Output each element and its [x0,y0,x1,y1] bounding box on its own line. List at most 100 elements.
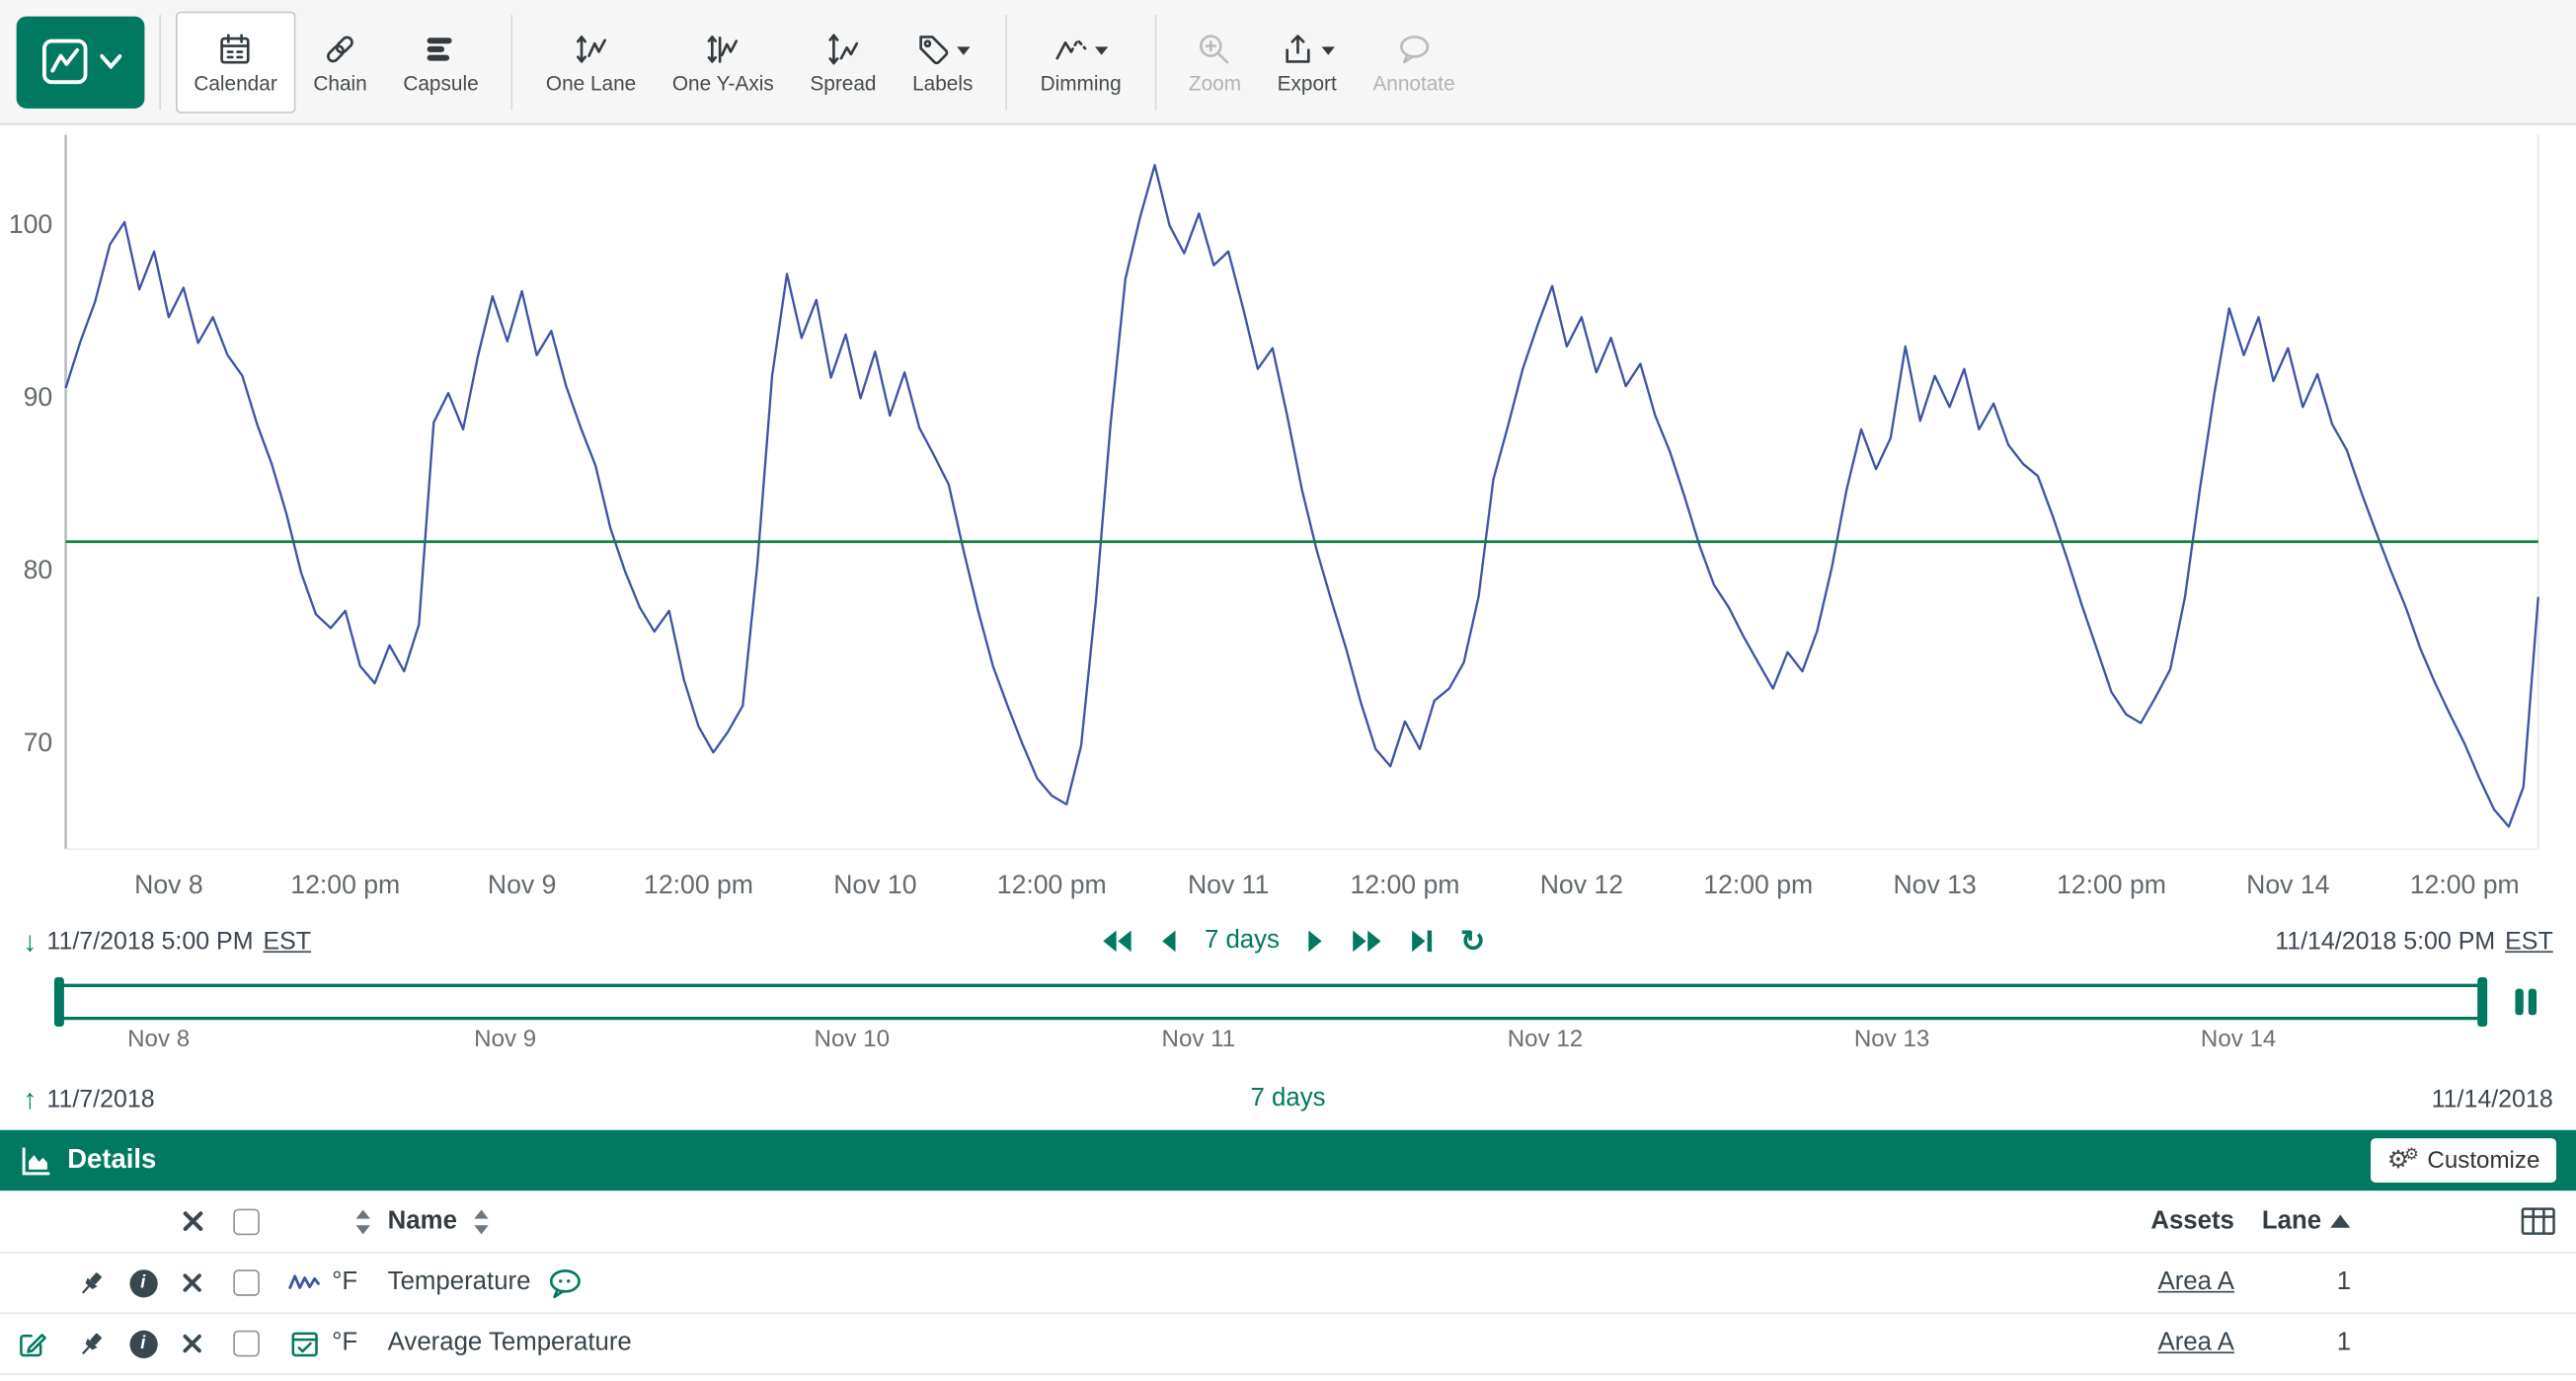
select-all-checkbox[interactable] [233,1208,260,1235]
timeline-tick-label: Nov 13 [1854,1027,1929,1053]
toolbar-button-labels[interactable]: Labels [895,11,991,113]
y-tick-label: 100 [9,209,52,239]
info-button[interactable]: i [129,1330,157,1357]
skip-to-now-button[interactable] [1409,928,1434,955]
toolbar-button-annotate: Annotate [1355,11,1473,113]
row-checkbox[interactable] [233,1269,260,1296]
trend-chart[interactable]: 708090100Nov 812:00 pmNov 912:00 pmNov 1… [0,124,2576,916]
timeline-tick-label: Nov 9 [474,1027,536,1053]
asset-link[interactable]: Area A [2157,1329,2233,1358]
toolbar-button-calendar[interactable]: Calendar [176,11,295,113]
step-back-half-button[interactable] [1160,928,1178,955]
timeline-tick-label: Nov 11 [1162,1027,1236,1053]
area-chart-icon [20,1144,52,1177]
trend-view-icon [40,38,88,85]
toolbar-button-chain[interactable]: Chain [295,11,385,113]
step-forward-icon [1306,928,1324,955]
table-row-temperature[interactable]: i °F Temperature [0,1254,2576,1315]
step-back-full-button[interactable] [1101,928,1133,955]
toolbar-label-chain: Chain [313,71,366,94]
item-name: Temperature [388,1268,531,1298]
toolbar-button-one-y-axis[interactable]: One Y-Axis [655,11,793,113]
chevron-down-icon [100,54,121,69]
info-icon: i [129,1330,157,1357]
add-column-button[interactable] [2520,1205,2556,1237]
toolbar-label-calendar: Calendar [194,71,276,94]
lane-column-header[interactable]: Lane [2262,1206,2321,1236]
temperature-series-line[interactable] [66,165,2538,826]
step-forward-half-button[interactable] [1306,928,1324,955]
x-tick-label: Nov 8 [134,870,203,899]
worksheet-view-dropdown[interactable] [17,16,145,108]
trend-chart-svg[interactable]: 708090100Nov 812:00 pmNov 912:00 pmNov 1… [0,124,2576,916]
range-end-timezone-link[interactable]: EST [2505,927,2553,955]
lane-value: 1 [2337,1329,2351,1358]
toolbar-button-one-lane[interactable]: One Lane [528,11,655,113]
investigate-end-date[interactable]: 11/14/2018 [2432,1085,2553,1112]
y-tick-label: 70 [24,728,53,757]
toolbar-label-labels: Labels [912,71,973,94]
toolbar-button-spread[interactable]: Spread [792,11,895,113]
asset-link[interactable]: Area A [2157,1268,2233,1298]
toolbar-button-dimming[interactable]: Dimming [1022,11,1139,113]
range-start-timezone-link[interactable]: EST [263,927,311,955]
sort-both-icon [354,1208,371,1235]
x-tick-label: Nov 13 [1893,870,1976,899]
toolbar-label-capsule: Capsule [403,71,478,94]
playback-controls: 7 days ↻ [311,926,2275,956]
range-start-datetime[interactable]: 11/7/2018 5:00 PM [46,927,253,955]
timeline-right-handle[interactable] [2477,977,2487,1027]
toolbar-label-export: Export [1278,71,1337,94]
auto-update-button[interactable]: ↻ [1460,926,1485,956]
rewind-icon [1101,928,1133,955]
details-panel: Details ⚙⚙ Customize [0,1130,2576,1375]
dimming-icon [1053,29,1109,66]
sort-name-right-button[interactable] [474,1208,491,1235]
range-end-datetime[interactable]: 11/14/2018 5:00 PM [2275,927,2495,955]
screen: Calendar Chain Capsule [0,0,2576,1381]
timeline-left-handle[interactable] [54,977,64,1027]
info-button[interactable]: i [129,1268,157,1296]
fast-forward-icon [1351,928,1383,955]
x-tick-label: 12:00 pm [2057,870,2166,899]
unit-label: °F [332,1329,388,1358]
sort-name-left-button[interactable] [354,1208,371,1235]
step-forward-full-button[interactable] [1351,928,1383,955]
investigate-duration[interactable]: 7 days [0,1084,2576,1113]
y-tick-label: 80 [24,555,53,584]
assets-column-header[interactable]: Assets [2150,1206,2234,1236]
info-icon: i [129,1268,157,1296]
duration-display[interactable]: 7 days [1205,926,1280,956]
x-tick-label: 12:00 pm [2410,870,2520,899]
x-tick-label: Nov 11 [1188,870,1269,899]
remove-all-button[interactable] [180,1209,204,1234]
pushpin-icon [75,1267,107,1299]
toolbar-button-export[interactable]: Export [1259,11,1355,113]
timeline-tick-label: Nov 8 [127,1027,190,1053]
customize-button[interactable]: ⚙⚙ Customize [2371,1138,2556,1183]
toolbar-button-zoom: Zoom [1171,11,1260,113]
annotation-bubble-button[interactable] [547,1266,584,1299]
remove-item-button[interactable] [181,1271,203,1294]
details-table-header: Name Assets Lane [0,1190,2576,1253]
toolbar-label-one-y-axis: One Y-Axis [672,71,774,94]
annotate-icon [1396,29,1433,66]
pin-button[interactable] [75,1328,107,1359]
pin-button[interactable] [75,1267,107,1299]
customize-label: Customize [2427,1147,2539,1174]
toolbar-button-capsule[interactable]: Capsule [385,11,497,113]
edit-formula-button[interactable] [16,1328,47,1359]
export-icon [1279,29,1335,66]
investigate-range-row: 7 days ↑ 11/7/2018 11/14/2018 [0,1078,2576,1120]
x-tick-label: Nov 9 [488,870,557,899]
table-row-average-temperature[interactable]: i °F Average Temperature Area A 1 [0,1314,2576,1375]
name-column-header[interactable]: Name [388,1206,457,1236]
timeline-handles-icon [2504,984,2548,1021]
toolbar-label-annotate: Annotate [1372,71,1454,94]
row-checkbox[interactable] [233,1331,260,1357]
close-icon [181,1271,203,1294]
timeline-slider[interactable] [57,984,2484,1021]
timeline-resize-button[interactable] [2504,984,2548,1026]
remove-item-button[interactable] [181,1332,203,1354]
investigate-start-date[interactable]: 11/7/2018 [46,1085,154,1112]
